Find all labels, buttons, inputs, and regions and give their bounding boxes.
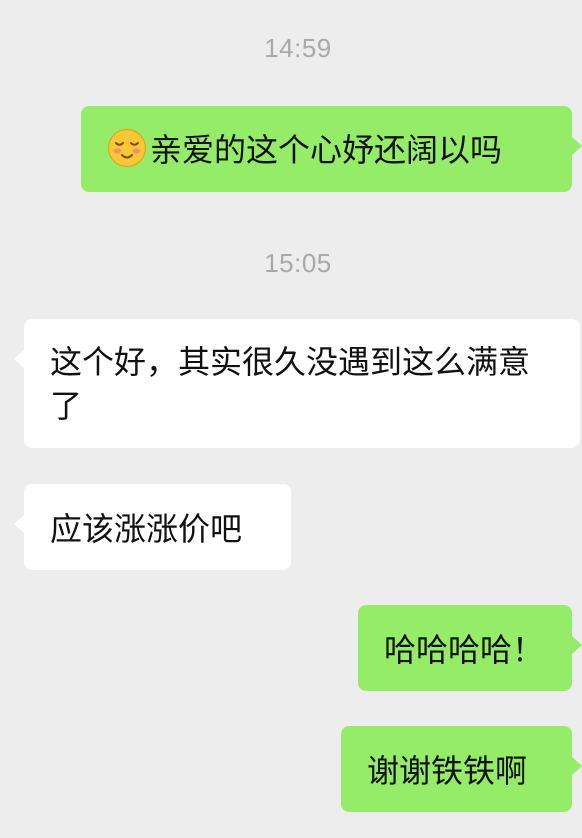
message-text: 亲爱的这个心妤还阔以吗 — [150, 131, 503, 169]
outgoing-message-bubble[interactable]: 亲爱的这个心妤还阔以吗 — [81, 106, 582, 192]
outgoing-message-bubble[interactable]: 谢谢铁铁啊 — [341, 726, 582, 812]
message-text: 哈哈哈哈！ — [384, 631, 545, 669]
message-text: 这个好，其实很久没遇到这么满意了 — [50, 343, 531, 425]
outgoing-message-bubble[interactable]: 哈哈哈哈！ — [358, 605, 582, 691]
message-text: 谢谢铁铁啊 — [367, 752, 528, 790]
message-text: 应该涨涨价吧 — [50, 510, 243, 548]
blushing-smile-emoji-icon — [107, 128, 147, 168]
timestamp: 14:59 — [264, 33, 332, 63]
incoming-message-bubble[interactable]: 应该涨涨价吧 — [14, 484, 291, 570]
incoming-message-bubble[interactable]: 这个好，其实很久没遇到这么满意了 — [14, 319, 580, 448]
timestamp: 15:05 — [264, 248, 332, 278]
